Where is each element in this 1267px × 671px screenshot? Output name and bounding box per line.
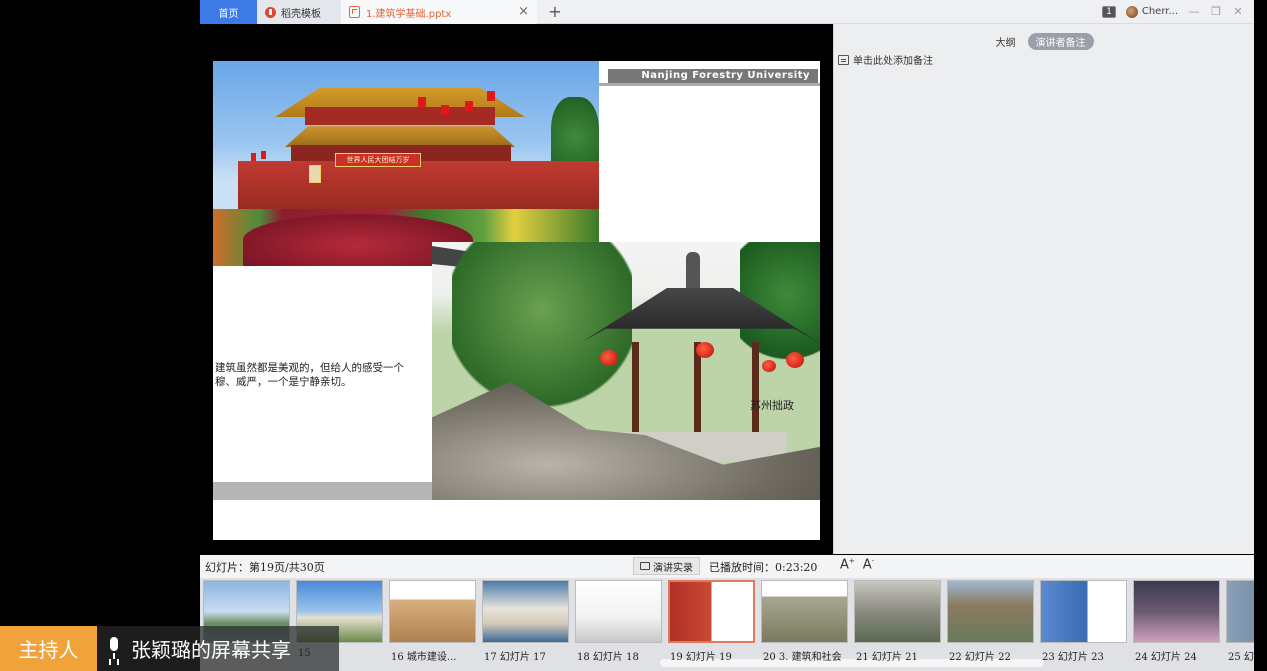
font-increase-label: A xyxy=(840,557,849,573)
screen-share-text: 张颖璐的屏幕共享 xyxy=(131,638,291,662)
slide-thumbnail[interactable] xyxy=(1226,580,1254,643)
pavilion-spire xyxy=(686,252,700,290)
lantern-shape xyxy=(762,360,776,372)
photo-caption: 苏州拙政 xyxy=(750,399,794,412)
window-edge xyxy=(1254,0,1267,671)
slide-counter: 幻灯片：第19页/共30页 xyxy=(205,561,325,574)
close-tab-icon[interactable]: × xyxy=(518,4,529,19)
pavilion-post xyxy=(632,342,639,442)
tab-template-label: 稻壳模板 xyxy=(281,8,321,20)
slide-thumbnail[interactable] xyxy=(575,580,662,643)
tab-document-label: 1.建筑学基础.pptx xyxy=(366,8,452,20)
gate-banner: 世界人民大团结万岁 xyxy=(335,153,421,167)
elapsed-time: 已播放时间：0:23:20 xyxy=(709,561,818,574)
gate-wall xyxy=(238,161,599,209)
tab-speaker-notes[interactable]: 演讲者备注 xyxy=(1027,32,1094,50)
new-tab-button[interactable]: + xyxy=(537,0,573,23)
lantern-shape xyxy=(600,350,618,366)
user-name[interactable]: Cherr... xyxy=(1142,6,1178,17)
add-note-area[interactable]: 单击此处添加备注 xyxy=(838,52,933,67)
note-icon xyxy=(838,54,849,65)
slide-thumbnail-label: 16 城市建设... xyxy=(391,652,457,663)
lantern-shape xyxy=(696,342,714,358)
slide-thumbnail[interactable] xyxy=(1040,580,1127,643)
slide-header-line xyxy=(598,83,820,86)
slide-thumbnail-label: 24 幻灯片 24 xyxy=(1135,652,1197,663)
flag-shape xyxy=(251,153,256,161)
slide-thumbnail-label: 22 幻灯片 22 xyxy=(949,652,1011,663)
notes-tabs: 大纲 演讲者备注 xyxy=(834,32,1255,50)
add-note-hint: 单击此处添加备注 xyxy=(853,56,933,67)
slide-thumbnail-label: 23 幻灯片 23 xyxy=(1042,652,1104,663)
host-label: 主持人 xyxy=(18,638,79,662)
tab-home[interactable]: 首页 xyxy=(200,0,257,24)
tab-document[interactable]: 1.建筑学基础.pptx × xyxy=(341,0,537,24)
tab-template[interactable]: 稻壳模板 xyxy=(257,0,341,24)
window-controls: 1 Cherr... — ❐ ✕ xyxy=(1102,0,1254,23)
slide-body-line-2: 穆、威严，一个是宁静亲切。 xyxy=(215,376,352,388)
gate-portrait xyxy=(309,165,321,183)
tab-outline[interactable]: 大纲 xyxy=(996,34,1016,49)
font-decrease-button[interactable]: A- xyxy=(863,557,874,572)
host-badge: 主持人 xyxy=(0,626,97,671)
camera-icon xyxy=(640,562,650,570)
flag-shape xyxy=(441,105,449,115)
slide-viewport: 世界人民大团结万岁 Nanjing Forestry University 苏州… xyxy=(200,24,833,554)
ppt-file-icon xyxy=(349,6,360,18)
record-button-label: 演讲实录 xyxy=(653,562,693,574)
font-increase-button[interactable]: A+ xyxy=(840,557,855,572)
slide-thumbnail-label: 18 幻灯片 18 xyxy=(577,652,639,663)
slide-thumbnail[interactable] xyxy=(761,580,848,643)
gate-banner-text: 世界人民大团结万岁 xyxy=(346,156,410,164)
close-window-icon[interactable]: ✕ xyxy=(1232,5,1244,18)
slide-thumbnail-label: 21 幻灯片 21 xyxy=(856,652,918,663)
slide-body-text: 建筑虽然都是美观的，但给人的感受一个 穆、威严，一个是宁静亲切。 xyxy=(215,361,437,389)
slide-thumbnail-label: 20 3. 建筑和社会 xyxy=(763,652,842,663)
flag-shape xyxy=(487,91,495,101)
slide-thumbnail-label: 19 幻灯片 19 xyxy=(670,652,732,663)
slide-thumbnail[interactable] xyxy=(668,580,755,643)
slide-thumbnail[interactable] xyxy=(854,580,941,643)
window-counter-badge[interactable]: 1 xyxy=(1102,5,1116,18)
font-size-controls: A+ A- xyxy=(840,557,874,572)
slide-thumbnail-label: 17 幻灯片 17 xyxy=(484,652,546,663)
avatar[interactable] xyxy=(1125,5,1138,18)
record-button[interactable]: 演讲实录 xyxy=(633,557,700,575)
slide-body-line-1: 建筑虽然都是美观的，但给人的感受一个 xyxy=(215,362,404,374)
tab-bar: 首页 稻壳模板 1.建筑学基础.pptx × + 1 Cherr... — ❐ … xyxy=(200,0,1254,24)
current-slide[interactable]: 世界人民大团结万岁 Nanjing Forestry University 苏州… xyxy=(213,61,820,540)
slide-header-bar: Nanjing Forestry University xyxy=(608,69,818,83)
tree-shape xyxy=(452,242,632,412)
slide-thumbnail[interactable] xyxy=(1133,580,1220,643)
slide-header-text: Nanjing Forestry University xyxy=(641,70,810,81)
slide-footer-bar xyxy=(213,482,432,500)
slide-thumbnail[interactable] xyxy=(947,580,1034,643)
pavilion-post xyxy=(752,342,759,442)
docer-logo-icon xyxy=(265,6,276,18)
flag-shape xyxy=(465,101,473,111)
minimize-icon[interactable]: — xyxy=(1188,5,1200,18)
thumbnail-strip: 1516 城市建设...17 幻灯片 1718 幻灯片 1819 幻灯片 192… xyxy=(200,578,1254,671)
microphone-icon xyxy=(107,636,121,661)
flag-shape xyxy=(418,97,426,107)
screen-share-label: 张颖璐的屏幕共享 xyxy=(97,626,339,671)
tab-home-label: 首页 xyxy=(218,8,239,20)
notes-panel: 大纲 演讲者备注 单击此处添加备注 xyxy=(833,24,1254,554)
restore-icon[interactable]: ❐ xyxy=(1210,5,1222,18)
slide-thumbnail[interactable] xyxy=(482,580,569,643)
lantern-shape xyxy=(786,352,804,368)
tiananmen-photo: 世界人民大团结万岁 xyxy=(213,61,599,266)
slide-thumbnail[interactable] xyxy=(389,580,476,643)
font-decrease-label: A xyxy=(862,557,872,573)
slide-thumbnail-label: 25 幻灯 xyxy=(1228,652,1254,663)
status-bar: 幻灯片：第19页/共30页 演讲实录 已播放时间：0:23:20 A+ A- xyxy=(200,555,1254,578)
pavilion-photo xyxy=(432,242,820,500)
flag-shape xyxy=(261,151,266,159)
